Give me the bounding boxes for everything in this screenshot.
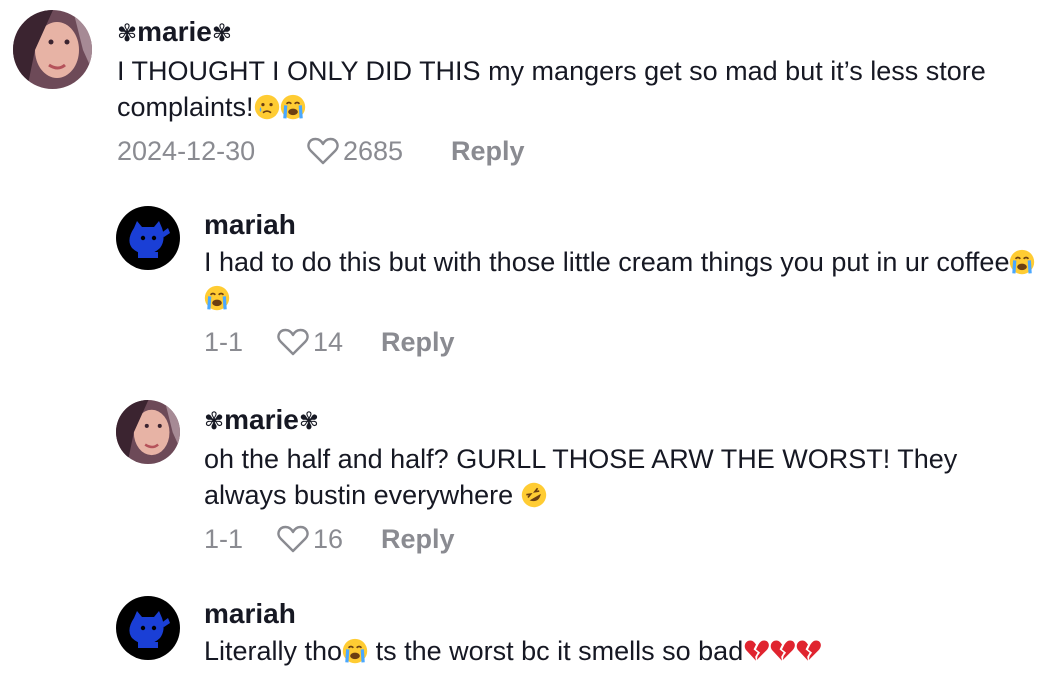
sprig-icon: ✾ [298, 408, 319, 435]
broken-heart-emoji [769, 638, 795, 664]
avatar[interactable] [13, 10, 92, 89]
comment-meta: 2024-12-30 2685 Reply [117, 133, 1036, 169]
like-count: 14 [313, 326, 344, 357]
like-button[interactable]: 14 [277, 327, 381, 358]
sprig-icon: ✾ [117, 20, 138, 47]
broken-heart-emoji [743, 638, 769, 664]
comment-date: 1-1 [204, 523, 244, 554]
comment-date: 1-1 [204, 326, 244, 357]
heart-outline-icon [277, 525, 309, 553]
username[interactable]: ✾marie✾ [117, 15, 1036, 51]
username[interactable]: ✾marie✾ [204, 403, 1036, 439]
avatar[interactable] [116, 206, 180, 270]
loudly-crying-emoji [1009, 249, 1035, 275]
rolling-laughing-emoji [521, 482, 547, 508]
avatar[interactable] [116, 400, 180, 464]
avatar[interactable] [116, 596, 180, 660]
like-button[interactable]: 16 [277, 524, 381, 555]
reply-button[interactable]: Reply [381, 524, 455, 555]
username[interactable]: mariah [204, 208, 1036, 242]
like-button[interactable]: 2685 [307, 136, 451, 167]
comment-date: 2024-12-30 [117, 135, 256, 166]
like-count: 2685 [343, 135, 404, 166]
reply-button[interactable]: Reply [451, 136, 525, 167]
reply-button[interactable]: Reply [381, 327, 455, 358]
comment-text: I had to do this but with those little c… [204, 244, 1036, 316]
loudly-crying-emoji [204, 285, 230, 311]
heart-outline-icon [277, 328, 309, 356]
like-count: 16 [313, 523, 344, 554]
comment-text: Literally tho ts the worst bc it smells … [204, 633, 1036, 669]
loudly-crying-emoji [342, 638, 368, 664]
sad-tear-emoji [254, 94, 280, 120]
broken-heart-emoji [795, 638, 821, 664]
sprig-icon: ✾ [211, 20, 232, 47]
username[interactable]: mariah [204, 597, 1036, 631]
comment-meta: 1-1 14 Reply [204, 324, 1036, 360]
heart-outline-icon [307, 137, 339, 165]
comment-meta: 1-1 16 Reply [204, 521, 1036, 557]
comment-text: oh the half and half? GURLL THOSE ARW TH… [204, 444, 958, 510]
loudly-crying-emoji [280, 94, 306, 120]
comment-text: I THOUGHT I ONLY DID THIS my mangers get… [117, 56, 986, 122]
sprig-icon: ✾ [204, 408, 225, 435]
